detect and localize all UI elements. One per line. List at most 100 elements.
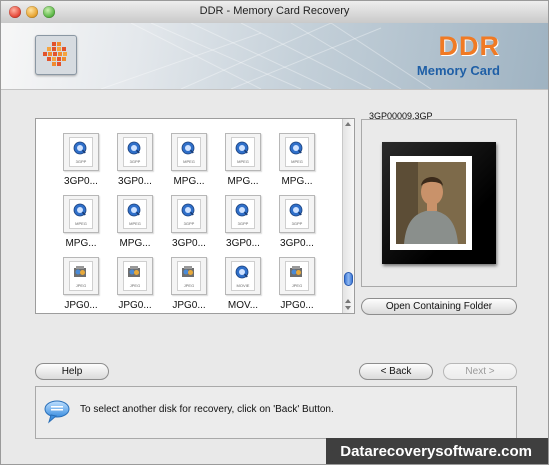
file-item[interactable]: JPEG JPG0... — [108, 257, 162, 311]
file-item[interactable]: 3GPP 3GP0... — [270, 195, 324, 249]
file-type-label: JPEG — [129, 283, 141, 288]
scrollbar-thumb[interactable] — [344, 272, 353, 286]
file-item[interactable]: 3GPP 3GP0... — [162, 195, 216, 249]
preview-icon — [182, 266, 194, 277]
file-name: JPG0... — [172, 300, 206, 311]
preview-icon — [128, 266, 140, 277]
file-type-label: MPEG — [75, 221, 87, 226]
preview-icon — [290, 266, 302, 277]
file-item[interactable]: MPEG MPG... — [270, 133, 324, 187]
photo-mat — [390, 156, 472, 250]
file-thumbnail: JPEG — [117, 257, 153, 295]
file-thumbnail: MPEG — [171, 133, 207, 171]
file-name: MPG... — [119, 238, 151, 249]
file-type-label: MPEG — [129, 221, 141, 226]
header-banner: DDR Memory Card — [1, 23, 548, 90]
file-item[interactable]: 3GPP 3GP0... — [216, 195, 270, 249]
file-thumbnail: 3GPP — [279, 195, 315, 233]
file-item[interactable]: MOVIE MOV... — [216, 257, 270, 311]
file-grid-panel: 3GPP 3GP0... 3GPP 3GP0... MPEG MPG... MPEG MPG.… — [35, 118, 355, 314]
file-thumbnail: MPEG — [279, 133, 315, 171]
file-item[interactable]: JPEG JPG0... — [162, 257, 216, 311]
file-item[interactable]: MPEG MPG... — [162, 133, 216, 187]
file-thumbnail: MPEG — [117, 195, 153, 233]
quicktime-icon — [127, 203, 141, 217]
file-page: 3GPP — [123, 137, 147, 167]
help-button[interactable]: Help — [35, 363, 109, 380]
file-thumbnail: 3GPP — [225, 195, 261, 233]
status-message: To select another disk for recovery, cli… — [80, 404, 334, 415]
preview-panel — [361, 119, 517, 287]
file-name: 3GP0... — [280, 238, 314, 249]
file-name: JPG0... — [64, 300, 98, 311]
quicktime-icon — [73, 141, 87, 155]
file-page: JPEG — [69, 261, 93, 291]
file-name: MOV... — [227, 300, 259, 311]
file-type-label: MPEG — [183, 159, 195, 164]
file-type-label: JPEG — [183, 283, 195, 288]
file-item[interactable]: MPEG MPG... — [216, 133, 270, 187]
file-type-label: JPEG — [75, 283, 87, 288]
file-thumbnail: JPEG — [171, 257, 207, 295]
quicktime-icon — [235, 203, 249, 217]
file-type-label: 3GPP — [183, 221, 195, 226]
file-name: MPG... — [227, 176, 259, 187]
vertical-scrollbar[interactable] — [342, 119, 354, 313]
file-name: 3GP0... — [64, 176, 98, 187]
preview-icon — [74, 266, 86, 277]
file-page: 3GPP — [231, 199, 255, 229]
file-name: 3GP0... — [118, 176, 152, 187]
file-type-label: 3GPP — [129, 159, 141, 164]
next-button[interactable]: Next > — [443, 363, 517, 380]
file-page: JPEG — [123, 261, 147, 291]
file-item[interactable]: 3GPP 3GP0... — [108, 133, 162, 187]
file-page: MOVIE — [231, 261, 255, 291]
file-page: MPEG — [231, 137, 255, 167]
file-type-label: MOVIE — [236, 283, 250, 288]
speech-bubble-icon — [44, 400, 70, 424]
preview-photo-frame — [382, 142, 496, 264]
file-thumbnail: JPEG — [279, 257, 315, 295]
file-type-label: MPEG — [291, 159, 303, 164]
file-name: 3GP0... — [226, 238, 260, 249]
back-button[interactable]: < Back — [359, 363, 433, 380]
status-panel: To select another disk for recovery, cli… — [35, 386, 517, 439]
file-page: MPEG — [177, 137, 201, 167]
file-thumbnail: 3GPP — [117, 133, 153, 171]
scroll-up-arrow-icon[interactable] — [345, 122, 351, 126]
person-photo — [396, 162, 466, 244]
file-name: MPG... — [281, 176, 313, 187]
file-page: 3GPP — [69, 137, 93, 167]
file-item[interactable]: JPEG JPG0... — [270, 257, 324, 311]
app-logo — [35, 35, 77, 75]
scroll-down-arrow-icon[interactable] — [345, 306, 351, 310]
footer-badge: Datarecoverysoftware.com — [326, 438, 548, 464]
file-type-label: 3GPP — [291, 221, 303, 226]
file-name: MPG... — [65, 238, 97, 249]
footer-website[interactable]: Datarecoverysoftware.com — [340, 443, 532, 460]
file-thumbnail: MPEG — [63, 195, 99, 233]
file-item[interactable]: MPEG MPG... — [108, 195, 162, 249]
file-thumbnail: MOVIE — [225, 257, 261, 295]
quicktime-icon — [289, 141, 303, 155]
quicktime-icon — [181, 141, 195, 155]
file-page: MPEG — [285, 137, 309, 167]
file-item[interactable]: MPEG MPG... — [54, 195, 108, 249]
logo-icon — [43, 42, 67, 66]
file-page: MPEG — [123, 199, 147, 229]
window-title: DDR - Memory Card Recovery — [199, 5, 350, 17]
file-thumbnail: 3GPP — [171, 195, 207, 233]
file-thumbnail: 3GPP — [63, 133, 99, 171]
open-containing-folder-button[interactable]: Open Containing Folder — [361, 298, 517, 315]
file-name: JPG0... — [280, 300, 314, 311]
scroll-up-arrow-icon[interactable] — [345, 299, 351, 303]
quicktime-icon — [235, 141, 249, 155]
file-thumbnail: JPEG — [63, 257, 99, 295]
app-window: DDR - Memory Card Recovery DDR Memory Ca… — [0, 0, 549, 465]
brand-name: DDR — [438, 31, 500, 61]
file-name: 3GP0... — [172, 238, 206, 249]
file-item[interactable]: JPEG JPG0... — [54, 257, 108, 311]
file-item[interactable]: 3GPP 3GP0... — [54, 133, 108, 187]
file-page: JPEG — [285, 261, 309, 291]
file-page: MPEG — [69, 199, 93, 229]
